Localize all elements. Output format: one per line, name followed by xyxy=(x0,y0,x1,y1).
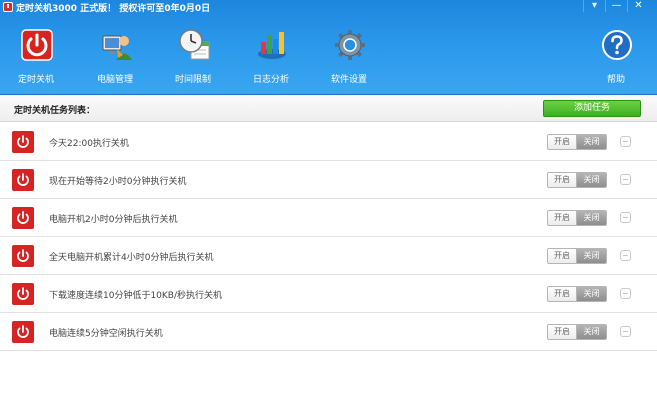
toolbar-item-computer-management[interactable]: 电脑管理 xyxy=(84,22,146,88)
task-row: 电脑开机2小时0分钟后执行关机 开启 关闭 xyxy=(0,199,657,237)
enable-button[interactable]: 开启 xyxy=(548,173,577,187)
toolbar-item-scheduled-shutdown[interactable]: 定时关机 xyxy=(5,22,67,88)
disable-button[interactable]: 关闭 xyxy=(577,325,606,339)
task-row: 今天22:00执行关机 开启 关闭 xyxy=(0,123,657,161)
task-row: 现在开始等待2小时0分钟执行关机 开启 关闭 xyxy=(0,161,657,199)
main-toolbar: 定时关机 电脑管理 时间限制 日志分析 软件设置 帮助 xyxy=(0,22,657,90)
task-toggle: 开启 关闭 xyxy=(547,210,607,226)
gear-icon xyxy=(335,30,365,60)
list-header: 定时关机任务列表： 添加任务 xyxy=(0,95,657,122)
toolbar-item-help[interactable]: 帮助 xyxy=(585,22,647,88)
task-toggle: 开启 关闭 xyxy=(547,134,607,150)
toolbar-label: 软件设置 xyxy=(330,75,367,85)
menu-dropdown-button[interactable]: ▾ xyxy=(583,0,605,12)
task-power-icon xyxy=(12,245,34,267)
window-title: 定时关机3000 正式版！ 授权许可至0年0月0日 xyxy=(16,4,211,14)
task-toggle: 开启 关闭 xyxy=(547,286,607,302)
toolbar-item-software-settings[interactable]: 软件设置 xyxy=(318,22,380,88)
enable-button[interactable]: 开启 xyxy=(548,325,577,339)
toolbar-item-time-limit[interactable]: 时间限制 xyxy=(162,22,224,88)
remove-task-icon[interactable] xyxy=(620,326,631,337)
task-description: 下载速度连续10分钟低于10KB/秒执行关机 xyxy=(49,291,223,301)
task-toggle: 开启 关闭 xyxy=(547,172,607,188)
task-power-icon xyxy=(12,169,34,191)
task-row: 电脑连续5分钟空闲执行关机 开启 关闭 xyxy=(0,313,657,351)
task-description: 全天电脑开机累计4小时0分钟后执行关机 xyxy=(49,253,214,263)
task-row: 下载速度连续10分钟低于10KB/秒执行关机 开启 关闭 xyxy=(0,275,657,313)
task-list: 今天22:00执行关机 开启 关闭 现在开始等待2小时0分钟执行关机 开启 关闭… xyxy=(0,123,657,351)
enable-button[interactable]: 开启 xyxy=(548,135,577,149)
help-icon xyxy=(602,30,632,60)
enable-button[interactable]: 开启 xyxy=(548,287,577,301)
enable-button[interactable]: 开启 xyxy=(548,249,577,263)
remove-task-icon[interactable] xyxy=(620,250,631,261)
task-description: 今天22:00执行关机 xyxy=(49,139,129,149)
task-toggle: 开启 关闭 xyxy=(547,248,607,264)
remove-task-icon[interactable] xyxy=(620,288,631,299)
power-icon xyxy=(21,29,53,61)
minimize-button[interactable]: — xyxy=(605,0,627,12)
computer-manage-icon xyxy=(102,35,132,60)
disable-button[interactable]: 关闭 xyxy=(577,249,606,263)
task-description: 现在开始等待2小时0分钟执行关机 xyxy=(49,177,187,187)
toolbar-label: 时间限制 xyxy=(174,75,211,85)
task-description: 电脑连续5分钟空闲执行关机 xyxy=(49,329,163,339)
disable-button[interactable]: 关闭 xyxy=(577,211,606,225)
task-row: 全天电脑开机累计4小时0分钟后执行关机 开启 关闭 xyxy=(0,237,657,275)
add-task-button[interactable]: 添加任务 xyxy=(543,100,641,117)
disable-button[interactable]: 关闭 xyxy=(577,173,606,187)
toolbar-label: 定时关机 xyxy=(17,75,54,85)
app-logo-icon xyxy=(3,2,13,12)
task-power-icon xyxy=(12,207,34,229)
toolbar-item-log-analysis[interactable]: 日志分析 xyxy=(240,22,302,88)
toolbar-label: 电脑管理 xyxy=(96,75,133,85)
remove-task-icon[interactable] xyxy=(620,174,631,185)
remove-task-icon[interactable] xyxy=(620,136,631,147)
enable-button[interactable]: 开启 xyxy=(548,211,577,225)
task-power-icon xyxy=(12,283,34,305)
task-list-title: 定时关机任务列表： xyxy=(14,106,96,116)
header-bar: 定时关机3000 正式版！ 授权许可至0年0月0日 ▾ — ✕ 定时关机 电脑管… xyxy=(0,0,657,95)
clock-calendar-icon xyxy=(179,29,210,60)
disable-button[interactable]: 关闭 xyxy=(577,135,606,149)
disable-button[interactable]: 关闭 xyxy=(577,287,606,301)
toolbar-label: 帮助 xyxy=(606,75,625,85)
task-power-icon xyxy=(12,321,34,343)
chart-icon xyxy=(258,32,286,59)
title-bar: 定时关机3000 正式版！ 授权许可至0年0月0日 ▾ — ✕ xyxy=(0,0,657,14)
task-toggle: 开启 关闭 xyxy=(547,324,607,340)
window-controls: ▾ — ✕ xyxy=(583,0,649,13)
task-description: 电脑开机2小时0分钟后执行关机 xyxy=(49,215,178,225)
toolbar-label: 日志分析 xyxy=(252,75,289,85)
close-button[interactable]: ✕ xyxy=(627,0,649,12)
remove-task-icon[interactable] xyxy=(620,212,631,223)
task-power-icon xyxy=(12,131,34,153)
